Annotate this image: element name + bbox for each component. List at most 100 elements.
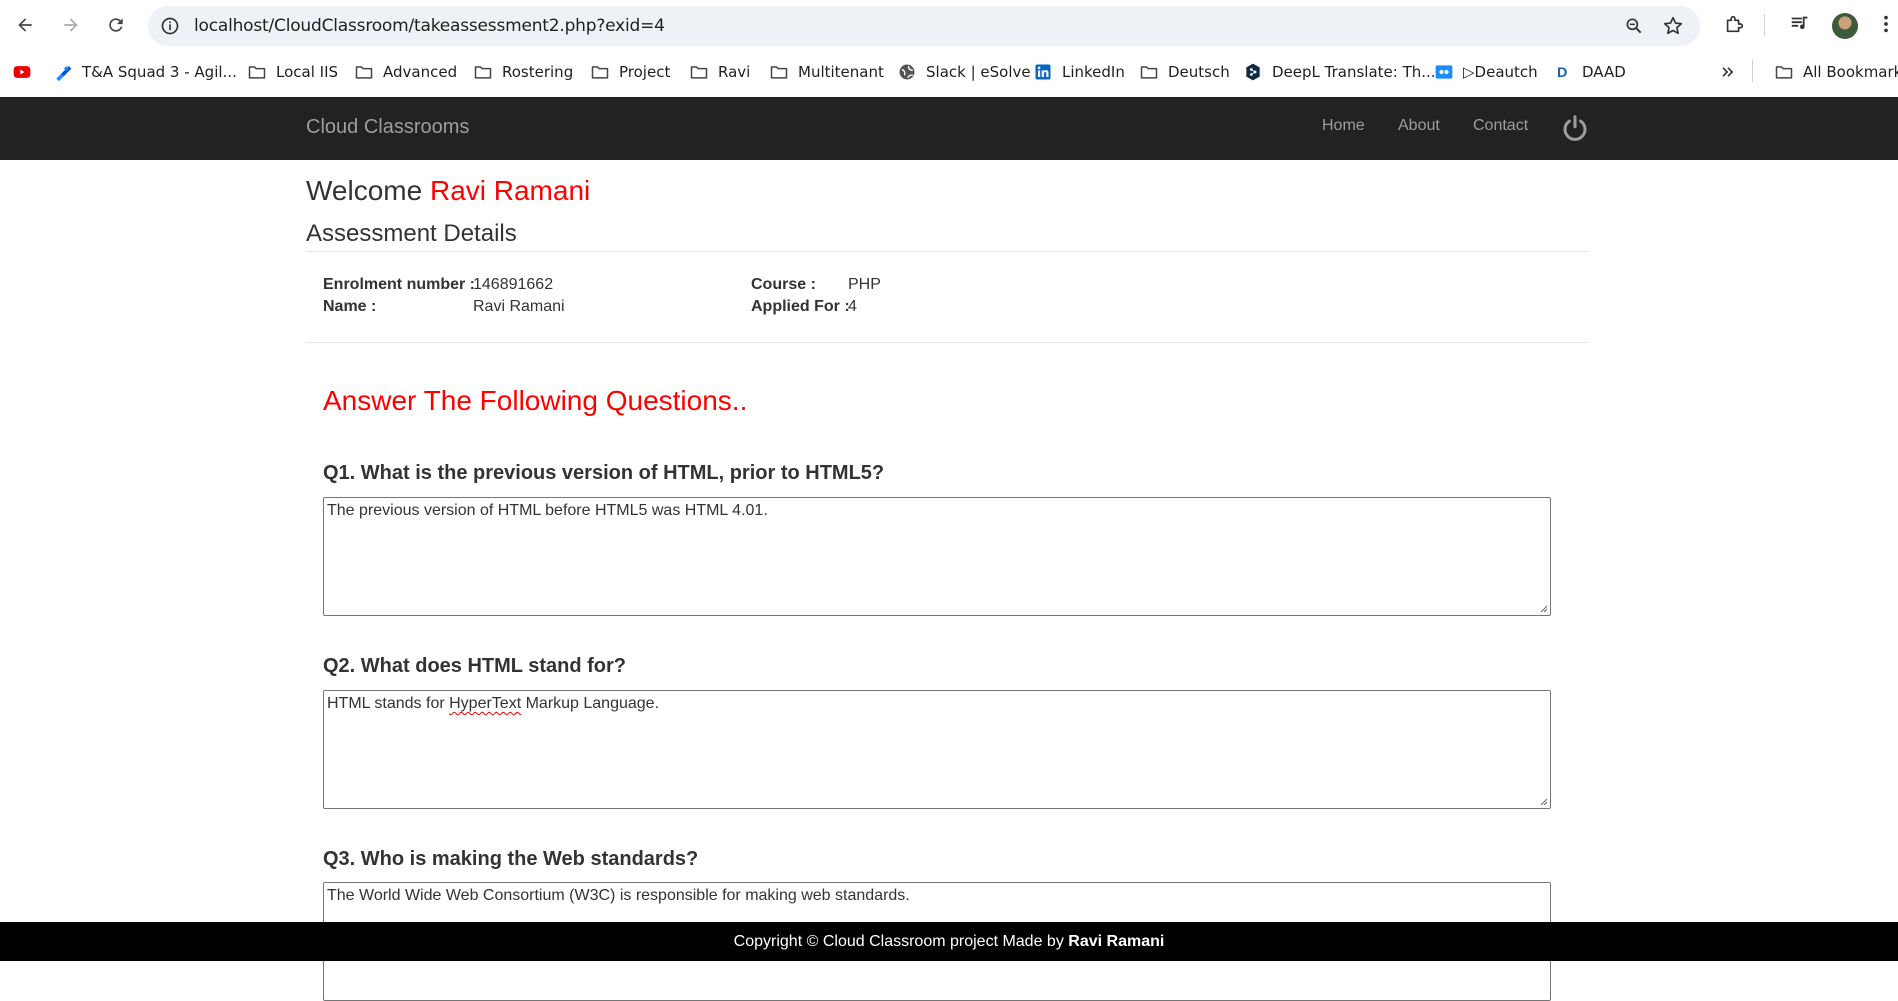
video-icon <box>1434 62 1454 82</box>
globe-icon <box>897 62 917 82</box>
chrome-menu-button[interactable] <box>1874 12 1898 36</box>
reload-button[interactable] <box>103 12 129 38</box>
forward-arrow-icon <box>64 18 78 32</box>
answer-1-text: The previous version of HTML before HTML… <box>327 502 768 519</box>
resize-handle-icon[interactable] <box>1538 796 1548 806</box>
address-bar[interactable]: localhost/CloudClassroom/takeassessment2… <box>148 6 1700 46</box>
back-button[interactable] <box>12 12 38 38</box>
bookmark-youtube[interactable] <box>12 60 41 84</box>
question-2-label: Q2. What does HTML stand for? <box>323 655 626 677</box>
bookmark-label: T&A Squad 3 - Agil... <box>82 63 237 81</box>
all-bookmarks-button[interactable]: All Bookmarks <box>1774 60 1898 84</box>
bookmark-item[interactable]: Slack | eSolve <box>897 60 1031 84</box>
extensions-button[interactable] <box>1722 12 1746 36</box>
bookmark-item[interactable]: Project <box>590 60 670 84</box>
folder-icon <box>354 62 374 82</box>
profile-avatar[interactable] <box>1832 13 1858 39</box>
folder-icon <box>590 62 610 82</box>
applied-for-label: Applied For : <box>751 298 850 315</box>
site-navbar: Cloud Classrooms Home About Contact <box>0 97 1898 160</box>
power-logout-icon[interactable] <box>1560 113 1590 143</box>
bookmark-item[interactable]: ▷Deautch <box>1434 60 1538 84</box>
answer-2-text-end: Markup Language. <box>521 695 660 712</box>
site-brand[interactable]: Cloud Classrooms <box>306 116 469 139</box>
misspelled-word: HyperText <box>449 695 522 712</box>
bookmark-item[interactable]: LinkedIn <box>1033 60 1125 84</box>
browser-toolbar: localhost/CloudClassroom/takeassessment2… <box>0 0 1898 52</box>
more-vert-icon <box>1884 15 1888 33</box>
bookmark-item[interactable]: Multitenant <box>769 60 884 84</box>
resize-handle-icon[interactable] <box>1538 603 1548 613</box>
bookmarks-overflow-button[interactable] <box>1718 60 1747 84</box>
bookmark-label: Slack | eSolve <box>926 63 1031 81</box>
answer-questions-heading: Answer The Following Questions.. <box>323 385 748 416</box>
youtube-icon <box>12 62 32 82</box>
bookmark-label: ▷Deautch <box>1463 63 1538 81</box>
puzzle-icon <box>1726 15 1744 33</box>
bookmark-item[interactable]: T&A Squad 3 - Agil... <box>53 60 237 84</box>
nav-home-link[interactable]: Home <box>1322 117 1365 135</box>
bookmark-label: Local IIS <box>276 63 339 81</box>
answer-1-textarea[interactable]: The previous version of HTML before HTML… <box>323 497 1551 616</box>
question-3-label: Q3. Who is making the Web standards? <box>323 848 699 870</box>
queue-music-icon <box>1791 16 1808 30</box>
welcome-user-name: Ravi Ramani <box>429 175 591 206</box>
folder-icon <box>689 62 709 82</box>
forward-button[interactable] <box>58 12 84 38</box>
zoom-icon[interactable] <box>1624 16 1644 36</box>
daad-icon: D <box>1553 62 1573 82</box>
enrolment-label: Enrolment number : <box>323 276 476 293</box>
bookmark-item[interactable]: Rostering <box>473 60 573 84</box>
all-bookmarks-label: All Bookmarks <box>1803 63 1898 81</box>
bookmark-label: Project <box>619 63 671 81</box>
bookmark-label: Ravi <box>718 63 751 81</box>
bookmark-label: DeepL Translate: Th... <box>1272 63 1436 81</box>
nav-about-link[interactable]: About <box>1398 117 1440 135</box>
deepl-icon <box>1243 62 1263 82</box>
divider <box>306 342 1588 343</box>
page-footer: Copyright © Cloud Classroom project Made… <box>0 922 1898 961</box>
bookmark-label: DAAD <box>1582 63 1626 81</box>
media-control-button[interactable] <box>1788 12 1812 36</box>
answer-3-text: The World Wide Web Consortium (W3C) is r… <box>327 887 910 904</box>
question-1-label: Q1. What is the previous version of HTML… <box>323 462 885 484</box>
footer-copyright: Copyright © Cloud Classroom project Made… <box>733 933 1069 950</box>
bookmark-item[interactable]: Deutsch <box>1139 60 1230 84</box>
bookmarks-bar: T&A Squad 3 - Agil... Local IIS Advanced… <box>0 52 1898 92</box>
nav-contact-link[interactable]: Contact <box>1473 117 1528 135</box>
assessment-details-title: Assessment Details <box>306 220 517 247</box>
divider <box>306 251 1588 252</box>
footer-author: Ravi Ramani <box>1068 933 1165 950</box>
bookmark-item[interactable]: Local IIS <box>247 60 338 84</box>
bookmark-label: Deutsch <box>1168 63 1230 81</box>
folder-icon <box>473 62 493 82</box>
url-text[interactable]: localhost/CloudClassroom/takeassessment2… <box>194 16 665 36</box>
bookmark-label: Rostering <box>502 63 574 81</box>
bookmark-label: LinkedIn <box>1062 63 1125 81</box>
toolbar-separator <box>1764 14 1765 36</box>
svg-text:D: D <box>1557 65 1567 81</box>
bookmark-item[interactable]: DeepL Translate: Th... <box>1243 60 1436 84</box>
reload-icon <box>109 18 123 32</box>
welcome-heading: Welcome Ravi Ramani <box>306 175 590 207</box>
welcome-prefix: Welcome <box>306 175 430 206</box>
applied-for-value: 4 <box>848 298 857 315</box>
bookmarks-separator <box>1752 60 1753 82</box>
bookmark-item[interactable]: Ravi <box>689 60 750 84</box>
folder-icon <box>769 62 789 82</box>
folder-icon <box>1774 62 1794 82</box>
bookmark-label: Multitenant <box>798 63 884 81</box>
bookmark-item[interactable]: D DAAD <box>1553 60 1626 84</box>
bookmark-item[interactable]: Advanced <box>354 60 457 84</box>
course-value: PHP <box>848 276 881 293</box>
answer-2-text-start: HTML stands for <box>327 695 450 712</box>
double-chevron-right-icon <box>1718 62 1738 82</box>
bookmark-label: Advanced <box>383 63 458 81</box>
linkedin-icon <box>1033 62 1053 82</box>
bookmark-star-icon[interactable] <box>1662 15 1684 37</box>
back-arrow-icon <box>18 18 32 32</box>
site-info-icon[interactable] <box>160 16 180 36</box>
enrolment-value: 146891662 <box>473 276 554 293</box>
answer-2-textarea[interactable]: HTML stands for HyperText Markup Languag… <box>323 690 1551 809</box>
name-label: Name : <box>323 298 377 315</box>
